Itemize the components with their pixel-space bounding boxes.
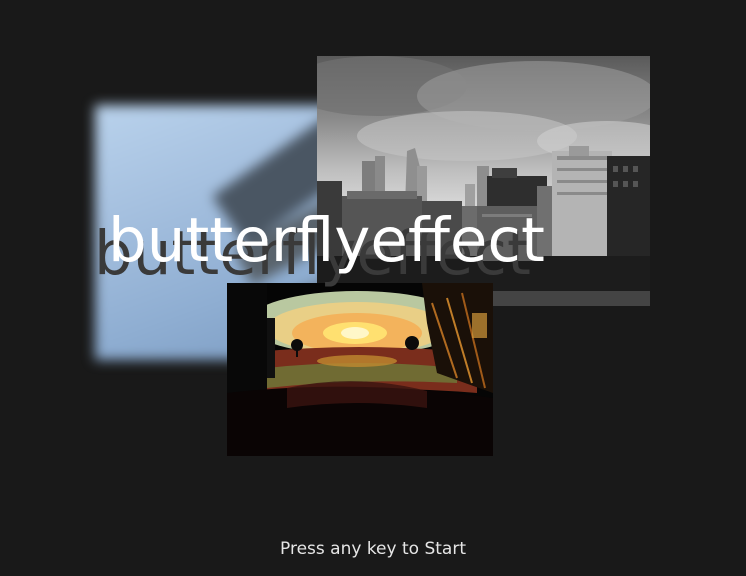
title-screen[interactable]: butterflyeffect butterflyeffect Press an… (0, 0, 746, 576)
game-title: butterflyeffect (108, 205, 545, 276)
start-prompt: Press any key to Start (280, 539, 466, 559)
sunset-photo (227, 283, 493, 456)
